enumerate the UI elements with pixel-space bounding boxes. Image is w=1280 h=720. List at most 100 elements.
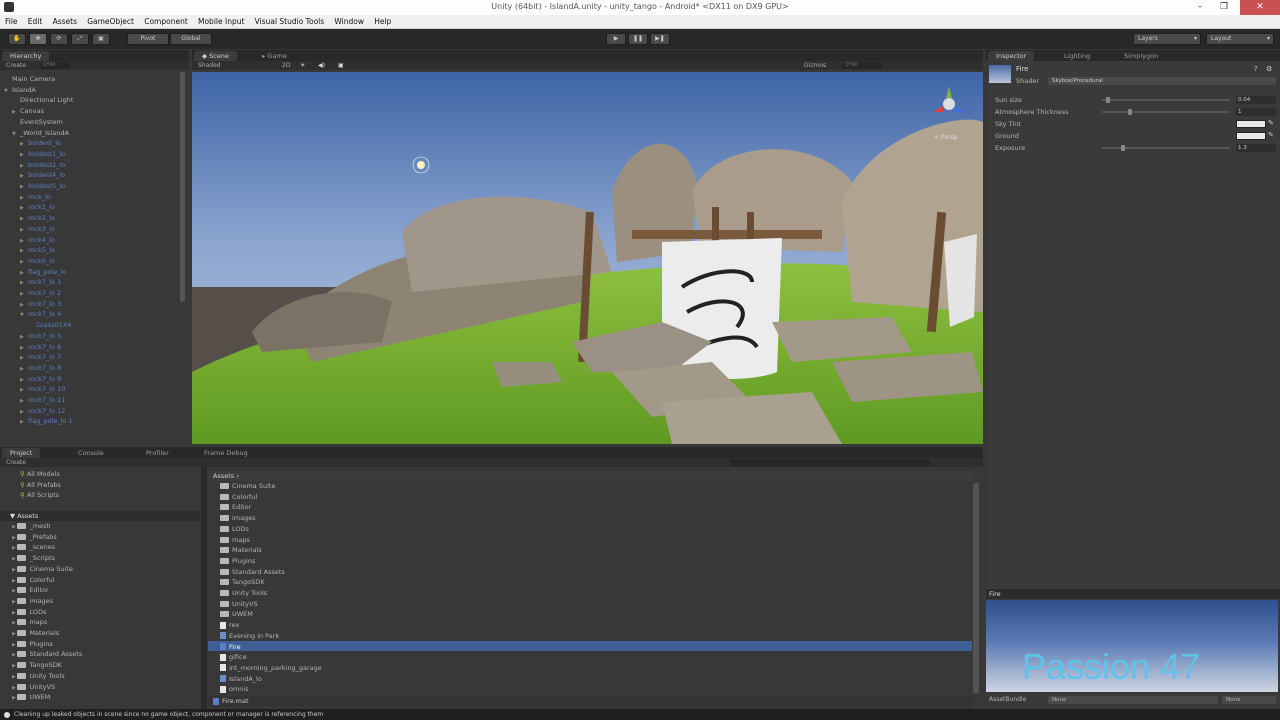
hierarchy-item[interactable]: ▶ flag_pole_lo bbox=[20, 267, 66, 278]
assets-tree-item[interactable]: ▶ _Scripts bbox=[12, 553, 55, 564]
layout-dropdown[interactable]: Layout ▾ bbox=[1206, 33, 1274, 45]
tab-simplygon[interactable]: Simplygon bbox=[1116, 51, 1166, 61]
perspective-label[interactable]: < Persp bbox=[934, 134, 957, 141]
assets-tree-item[interactable]: ▶ Plugins bbox=[12, 639, 53, 650]
asset-list-item[interactable]: IslandA_lo bbox=[220, 674, 262, 685]
asset-list-item[interactable]: int_morning_parking_garage bbox=[220, 663, 322, 674]
assets-tree-item[interactable]: ▶ _mesh bbox=[12, 521, 51, 532]
global-toggle[interactable]: Global bbox=[170, 33, 212, 45]
hierarchy-item[interactable]: Main Camera bbox=[4, 74, 55, 85]
hierarchy-item[interactable]: ▶ boldest5_lo bbox=[20, 181, 65, 192]
assets-tree-item[interactable]: ▶ Standard Assets bbox=[12, 649, 82, 660]
scene-viewport[interactable]: < Persp bbox=[192, 72, 983, 444]
hierarchy-item[interactable]: ▶ rock3_lo bbox=[20, 224, 55, 235]
assets-tree-item[interactable]: ▶ images bbox=[12, 596, 53, 607]
tree-arrow-icon[interactable]: ▼ bbox=[4, 86, 12, 97]
hierarchy-item[interactable]: ▼ rock7_lo 4 bbox=[20, 309, 61, 320]
pause-button[interactable]: ❚❚ bbox=[628, 33, 648, 45]
asset-list-item[interactable]: LODs bbox=[220, 524, 249, 535]
scene-gizmo[interactable] bbox=[927, 82, 972, 127]
asset-list-item[interactable]: Cinema Suite bbox=[220, 481, 275, 492]
play-button[interactable]: ▶ bbox=[606, 33, 626, 45]
assets-root[interactable]: ▼ Assets bbox=[0, 511, 200, 521]
maximize-button[interactable]: ❐ bbox=[1212, 0, 1236, 15]
hierarchy-item[interactable]: ▶ flag_pole_lo 1 bbox=[20, 416, 73, 427]
assets-tree-item[interactable]: ▶ Editor bbox=[12, 585, 49, 596]
eyedropper-icon[interactable]: ✎ bbox=[1268, 131, 1274, 139]
hierarchy-item[interactable]: ▶ rock4_lo bbox=[20, 235, 55, 246]
hierarchy-item[interactable]: ▶ boldest1_lo bbox=[20, 149, 65, 160]
tree-arrow-icon[interactable]: ▼ bbox=[12, 129, 20, 140]
assetbundle-variant-dropdown[interactable]: None bbox=[1222, 696, 1276, 704]
project-splitter[interactable] bbox=[201, 467, 207, 709]
hierarchy-item[interactable]: ▶ rock7_lo 7 bbox=[20, 352, 61, 363]
asset-list-item[interactable]: images bbox=[220, 513, 256, 524]
assets-tree-item[interactable]: ▶ Cinema Suite bbox=[12, 564, 73, 575]
assetbundle-dropdown[interactable]: None bbox=[1048, 696, 1218, 704]
hierarchy-scrollbar[interactable] bbox=[180, 72, 185, 302]
eyedropper-icon[interactable]: ✎ bbox=[1268, 119, 1274, 127]
hierarchy-item[interactable]: ▶ rock7_lo 11 bbox=[20, 395, 65, 406]
asset-list-item[interactable]: Evening in Park bbox=[220, 631, 279, 642]
hierarchy-item[interactable]: Grass05X4 bbox=[28, 320, 71, 331]
assets-tree-item[interactable]: ▶ TangoSDK bbox=[12, 660, 62, 671]
tab-game[interactable]: ▸ Game bbox=[254, 51, 295, 61]
assets-tree-item[interactable]: ▶ maps bbox=[12, 617, 47, 628]
tab-console[interactable]: Console bbox=[70, 448, 112, 458]
hierarchy-item[interactable]: ▶ rock2_lo bbox=[20, 213, 55, 224]
property-slider[interactable] bbox=[1102, 99, 1230, 101]
shader-dropdown[interactable]: Skybox/Procedural bbox=[1048, 77, 1276, 85]
hierarchy-item[interactable]: ▼ IslandA bbox=[4, 85, 36, 96]
tab-project[interactable]: Project bbox=[2, 448, 41, 458]
menu-assets[interactable]: Assets bbox=[48, 15, 80, 26]
tab-lighting[interactable]: Lighting bbox=[1056, 51, 1098, 61]
tab-scene[interactable]: ◆ Scene bbox=[194, 51, 237, 61]
property-slider[interactable] bbox=[1102, 111, 1230, 113]
tab-frame-debug[interactable]: Frame Debug bbox=[196, 448, 256, 458]
audio-toggle-icon[interactable]: ◀) bbox=[318, 62, 325, 69]
menu-help[interactable]: Help bbox=[369, 15, 394, 26]
hierarchy-item[interactable]: ▼ _World_IslandA bbox=[12, 128, 69, 139]
assets-tree-item[interactable]: ▶ _Prefabs bbox=[12, 532, 57, 543]
favorite-item[interactable]: ⚲ All Models bbox=[20, 469, 60, 480]
menu-mobile-input[interactable]: Mobile Input bbox=[193, 15, 247, 26]
property-value-field[interactable]: 0.04 bbox=[1236, 96, 1276, 104]
menu-gameobject[interactable]: GameObject bbox=[82, 15, 137, 26]
tab-inspector[interactable]: Inspector bbox=[988, 51, 1035, 61]
pivot-toggle[interactable]: Pivot bbox=[127, 33, 169, 45]
hierarchy-item[interactable]: ▶ rock7_lo 6 bbox=[20, 342, 61, 353]
hierarchy-item[interactable]: ▶ rock7_lo 9 bbox=[20, 374, 61, 385]
menu-edit[interactable]: Edit bbox=[23, 15, 46, 26]
hierarchy-item[interactable]: EventSystem bbox=[12, 117, 63, 128]
step-button[interactable]: ▶❚ bbox=[650, 33, 670, 45]
hierarchy-item[interactable]: ▶ rock7_lo 8 bbox=[20, 363, 61, 374]
sun-toggle-icon[interactable]: ☀ bbox=[300, 62, 305, 69]
hierarchy-item[interactable]: ▶ Canvas bbox=[12, 106, 44, 117]
help-icon[interactable]: ? bbox=[1254, 65, 1258, 73]
hierarchy-search-input[interactable]: Q*All bbox=[40, 62, 70, 69]
scale-tool-button[interactable]: ⤢ bbox=[71, 33, 89, 45]
asset-list-item[interactable]: Colorful bbox=[220, 492, 257, 503]
menu-component[interactable]: Component bbox=[139, 15, 191, 26]
slider-knob[interactable] bbox=[1121, 145, 1126, 151]
slider-knob[interactable] bbox=[1127, 109, 1132, 115]
asset-list-item[interactable]: Editor bbox=[220, 502, 251, 513]
hierarchy-item[interactable]: ▶ rock5_lo bbox=[20, 245, 55, 256]
hierarchy-item[interactable]: ▶ rock7_lo 10 bbox=[20, 384, 65, 395]
hierarchy-item[interactable]: ▶ rock7_lo 3 bbox=[20, 299, 61, 310]
project-scrollbar[interactable] bbox=[973, 483, 979, 693]
tab-profiler[interactable]: Profiler bbox=[138, 448, 177, 458]
hand-tool-button[interactable]: ✋ bbox=[8, 33, 26, 45]
color-swatch[interactable] bbox=[1236, 132, 1266, 140]
hierarchy-item[interactable]: ▶ rock7_lo 12 bbox=[20, 406, 65, 417]
tree-arrow-icon[interactable]: ▼ bbox=[20, 310, 28, 321]
asset-list-item[interactable]: UnityVS bbox=[220, 599, 258, 610]
hierarchy-item[interactable]: ▶ boldest2_lo bbox=[20, 160, 65, 171]
project-create-button[interactable]: Create bbox=[6, 459, 26, 466]
mode-2d-toggle[interactable]: 2D bbox=[282, 62, 290, 69]
assets-tree-item[interactable]: ▶ Unity Tools bbox=[12, 671, 65, 682]
hierarchy-item[interactable]: ▶ rock7_lo 5 bbox=[20, 331, 61, 342]
move-tool-button[interactable]: ✥ bbox=[29, 33, 47, 45]
effects-toggle-icon[interactable]: ▣ bbox=[338, 62, 344, 69]
asset-list-item[interactable]: Unity Tools bbox=[220, 588, 267, 599]
